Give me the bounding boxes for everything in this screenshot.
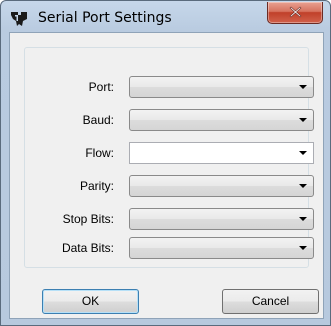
baud-dropdown[interactable] — [129, 109, 314, 131]
data-bits-label: Data Bits: — [61, 241, 114, 255]
data-bits-dropdown[interactable] — [129, 237, 314, 259]
chevron-down-icon — [299, 151, 307, 155]
title-bar[interactable]: Serial Port Settings — [1, 1, 330, 35]
cancel-button[interactable]: Cancel — [222, 289, 319, 314]
window-title: Serial Port Settings — [38, 10, 172, 26]
parity-dropdown[interactable] — [129, 175, 314, 197]
ok-button[interactable]: OK — [42, 289, 139, 314]
port-label: Port: — [88, 80, 114, 94]
flow-label: Flow: — [85, 146, 114, 160]
chevron-down-icon — [299, 184, 307, 188]
stop-bits-label: Stop Bits: — [62, 212, 114, 226]
flow-dropdown[interactable] — [129, 142, 314, 164]
settings-group: Port: Baud: Flow: Parity: Stop Bits: Dat… — [24, 47, 314, 268]
serial-port-settings-window: Serial Port Settings Port: Baud: Flow: P… — [0, 0, 331, 326]
parity-label: Parity: — [79, 179, 114, 193]
stop-bits-dropdown[interactable] — [129, 208, 314, 230]
chevron-down-icon — [299, 85, 307, 89]
dialog-client-area: Port: Baud: Flow: Parity: Stop Bits: Dat… — [9, 32, 324, 319]
chevron-down-icon — [299, 246, 307, 250]
port-dropdown[interactable] — [129, 76, 314, 98]
chevron-down-icon — [299, 118, 307, 122]
chevron-down-icon — [299, 217, 307, 221]
ti-logo-icon — [10, 10, 28, 28]
close-button[interactable] — [267, 2, 323, 24]
baud-label: Baud: — [82, 113, 114, 127]
